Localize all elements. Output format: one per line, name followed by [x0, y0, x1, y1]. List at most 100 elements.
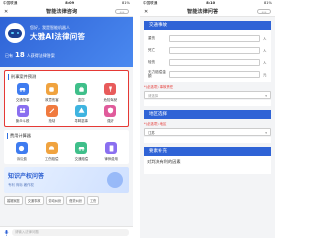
topic-chip[interactable]: 婚姻家庭 — [4, 195, 23, 205]
topic-chip[interactable]: 劳动纠纷 — [45, 195, 65, 205]
nav-bar: ✕ 智能法律问答 ••• — [140, 7, 275, 17]
number-input[interactable] — [169, 34, 260, 42]
grid-item-label: 聚众斗殴 — [15, 119, 30, 123]
fee-grid: 诉讼费 工伤赔偿 交通赔偿 律师费用 — [7, 142, 126, 161]
doc-icon — [105, 142, 118, 154]
grid-item[interactable]: 寻衅滋事 — [67, 104, 96, 123]
ip-illustration-icon — [107, 171, 123, 188]
grid-item-label: 寻衅滋事 — [74, 119, 88, 123]
injury-form: 重伤人死亡人轻伤人无力赔偿金额元 — [144, 30, 271, 82]
region-select[interactable]: 江苏 — [144, 128, 271, 137]
form-row-label: 重伤 — [148, 36, 156, 40]
criminal-prediction-panel: 刑事案件预测 交通肇事 故意伤害 盗窃 危险驾驶聚众斗殴 抢劫 寻衅滋事 强奸 — [4, 70, 129, 127]
right-phone-screen: 中国联通 8:10 81% ✕ 智能法律问答 ••• 交通事故 重伤人死亡人轻伤… — [140, 0, 275, 238]
ip-qa-banner[interactable]: 知识产权问答 专利 商标 著作权 — [4, 166, 129, 193]
page-title: 智能法律问答 — [187, 9, 219, 15]
form-row: 无力赔偿金额 元 — [148, 68, 267, 80]
grid-item[interactable]: 聚众斗殴 — [8, 104, 37, 123]
grid-item-label: 交通肇事 — [15, 97, 30, 102]
battery: 81% — [263, 1, 272, 5]
grid-item-label: 交通赔偿 — [74, 156, 89, 161]
form-row-label: 轻伤 — [148, 60, 156, 64]
grid-item[interactable]: 律师费用 — [96, 142, 126, 161]
section-traffic-accident: 交通事故 — [144, 21, 271, 30]
grid-item[interactable]: 工伤赔偿 — [37, 142, 67, 161]
form-row-unit: 元 — [263, 72, 267, 77]
number-input[interactable] — [169, 58, 260, 66]
alert-icon — [75, 104, 88, 117]
coin-icon — [15, 142, 28, 154]
criminal-grid: 交通肇事 故意伤害 盗窃 危险驾驶聚众斗殴 抢劫 寻衅滋事 强奸 — [8, 83, 125, 123]
grid-item[interactable]: 故意伤害 — [37, 83, 66, 102]
number-input[interactable] — [169, 46, 260, 54]
grid-item[interactable]: 交通赔偿 — [67, 142, 97, 161]
wine-icon — [104, 83, 117, 95]
form-row-unit: 人 — [263, 48, 267, 53]
car-icon — [16, 83, 29, 95]
form-row-label: 无力赔偿金额 — [148, 70, 166, 78]
region-required-note: *(必选项) 地区 — [144, 122, 167, 126]
stat-number: 18 — [15, 51, 25, 59]
grid-item[interactable]: 强奸 — [96, 104, 125, 123]
grid-item[interactable]: 抢劫 — [37, 104, 66, 123]
grid-item[interactable]: 诉讼费 — [7, 142, 37, 161]
grid-item-label: 故意伤害 — [45, 97, 59, 102]
left-phone-screen: 中国联通 8:09 81% ✕ 智能法律咨询 ••• 您好，我是智能机器人 大雅… — [0, 0, 133, 238]
form-row: 死亡 人 — [148, 44, 267, 56]
bag-icon — [75, 83, 88, 95]
menu-button[interactable]: ••• — [257, 9, 271, 14]
number-input[interactable] — [169, 70, 260, 78]
shield-icon — [104, 104, 117, 117]
question-input[interactable]: 请输入法律问题 — [12, 229, 129, 236]
group-icon — [16, 104, 29, 117]
hero-stat: 已有 18 人获得法律答案 — [5, 51, 55, 59]
grid-item[interactable]: 交通肇事 — [8, 83, 37, 102]
grid-item-label: 抢劫 — [48, 119, 56, 123]
menu-button[interactable]: ••• — [115, 9, 129, 14]
panel-title: 费用计算器 — [7, 133, 126, 139]
fist-icon — [45, 83, 58, 95]
spacer — [144, 100, 271, 106]
clock: 8:09 — [65, 1, 75, 5]
grid-item-label: 盗窃 — [77, 97, 85, 102]
section-supplement: 要素补充 — [144, 147, 271, 156]
favorable-factors-field[interactable]: 对判决有利的因素 — [144, 156, 271, 174]
back-icon[interactable]: ✕ — [4, 9, 8, 15]
fee-calculator-panel: 费用计算器 诉讼费 工伤赔偿 交通赔偿 律师费用 — [4, 130, 129, 164]
question-input-bar: 请输入法律问题 — [0, 226, 133, 238]
form-row-unit: 人 — [263, 36, 267, 41]
capsule: ••• — [115, 9, 129, 14]
spacer — [144, 137, 271, 143]
hero-headline: 大雅AI法律问答 — [30, 32, 86, 41]
grid-item-label: 强奸 — [106, 119, 114, 123]
clock: 8:10 — [206, 1, 216, 5]
liability-select[interactable]: 请选择 — [144, 91, 271, 100]
hero-banner: 您好，我是智能机器人 大雅AI法律问答 已有 18 人获得法律答案 — [0, 17, 133, 67]
robot-avatar-icon — [5, 23, 25, 43]
nav-bar: ✕ 智能法律咨询 ••• — [0, 7, 133, 17]
microphone-icon[interactable] — [4, 229, 9, 236]
panel-title: 刑事案件预测 — [8, 74, 125, 80]
form-row-label: 死亡 — [148, 48, 156, 52]
section-region: 地区选择 — [144, 110, 271, 119]
battery: 81% — [121, 1, 130, 5]
helmet-icon — [45, 142, 58, 154]
grid-item[interactable]: 危险驾驶 — [96, 83, 125, 102]
topic-chip[interactable]: 借贷纠纷 — [66, 195, 85, 205]
grid-item-label: 危险驾驶 — [103, 97, 118, 102]
grid-item-label: 工伤赔偿 — [44, 156, 59, 161]
knife-icon — [45, 104, 58, 117]
grid-item[interactable]: 盗窃 — [67, 83, 96, 102]
topic-chip[interactable]: 交通事故 — [24, 195, 44, 205]
form-row: 重伤 人 — [148, 32, 267, 44]
topic-chips: 婚姻家庭 交通事故 劳动纠纷 借贷纠纷 工伤 — [0, 195, 133, 205]
page-title: 智能法律咨询 — [46, 9, 78, 15]
grid-item-label: 律师费用 — [104, 156, 118, 161]
status-bar: 中国联通 8:09 81% — [0, 0, 133, 7]
topic-chip[interactable]: 工伤 — [87, 195, 100, 205]
status-bar: 中国联通 8:10 81% — [140, 0, 275, 7]
carrier: 中国联通 — [3, 1, 18, 5]
grid-item-label: 诉讼费 — [16, 156, 27, 161]
carrier: 中国联通 — [143, 1, 158, 5]
close-icon[interactable]: ✕ — [144, 9, 148, 15]
